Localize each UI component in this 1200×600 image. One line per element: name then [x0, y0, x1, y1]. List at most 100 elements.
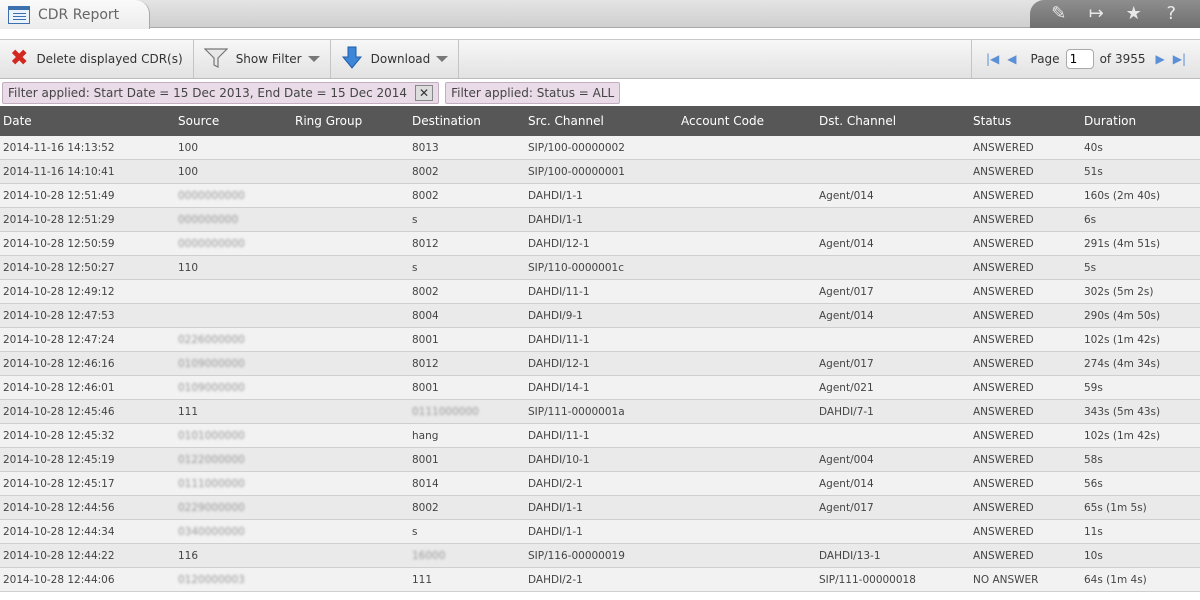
table-cell: 0340000000 — [178, 525, 245, 538]
table-cell: 6s — [1084, 213, 1097, 226]
table-cell: SIP/116-00000019 — [528, 549, 625, 562]
toolbar: ✖ Delete displayed CDR(s) Show Filter Do… — [0, 39, 1200, 79]
table-row[interactable]: 2014-10-28 12:46:16 0109000000 8012 DAHDI/1… — [0, 352, 1200, 376]
table-cell: 58s — [1084, 453, 1103, 466]
column-header[interactable]: Ring Group — [292, 114, 409, 128]
table-row[interactable]: 2014-10-28 12:50:59 0000000000 8012 DAHDI/1… — [0, 232, 1200, 256]
table-cell: 8001 — [412, 381, 439, 394]
table-cell: 8013 — [412, 141, 439, 154]
table-cell: 0122000000 — [178, 453, 245, 466]
table-cell: DAHDI/2-1 — [528, 573, 583, 586]
show-filter-button[interactable]: Show Filter — [194, 40, 331, 78]
table-row[interactable]: 2014-10-28 12:45:19 0122000000 8001 DAHDI/1… — [0, 448, 1200, 472]
table-cell: Agent/017 — [819, 357, 874, 370]
table-row[interactable]: 2014-11-16 14:10:41 100 8002 SIP/100-000000… — [0, 160, 1200, 184]
column-header[interactable]: Duration — [1081, 114, 1200, 128]
column-header[interactable]: Dst. Channel — [816, 114, 970, 128]
table-cell: 100 — [178, 165, 199, 178]
table-cell: ANSWERED — [973, 453, 1034, 466]
table-cell: ANSWERED — [973, 141, 1034, 154]
table-cell: 10s — [1084, 549, 1103, 562]
table-cell: Agent/014 — [819, 189, 874, 202]
table-cell: SIP/100-00000001 — [528, 165, 625, 178]
table-cell: 2014-10-28 12:47:53 — [3, 309, 115, 322]
table-row[interactable]: 2014-10-28 12:50:27 110 s SIP/110-0000001c A… — [0, 256, 1200, 280]
table-cell: ANSWERED — [973, 213, 1034, 226]
table-row[interactable]: 2014-10-28 12:44:56 0229000000 8002 DAHDI/1… — [0, 496, 1200, 520]
filter-chip-label: Filter applied: Status = ALL — [451, 86, 615, 100]
table-row[interactable]: 2014-10-28 12:44:06 0120000003 111 DAHDI/2-… — [0, 568, 1200, 592]
edit-icon[interactable]: ✎ — [1048, 5, 1070, 23]
table-row[interactable]: 2014-10-28 12:44:22 116 16000 SIP/116-00000… — [0, 544, 1200, 568]
table-cell: 116 — [178, 549, 199, 562]
table-cell: 56s — [1084, 477, 1103, 490]
table-cell: DAHDI/9-1 — [528, 309, 583, 322]
tab-cdr-report[interactable]: CDR Report — [0, 0, 150, 29]
table-row[interactable]: 2014-11-16 14:13:52 100 8013 SIP/100-000000… — [0, 136, 1200, 160]
table-cell: 16000 — [412, 549, 446, 562]
table-row[interactable]: 2014-10-28 12:44:34 0340000000 s DAHDI/1-1 A… — [0, 520, 1200, 544]
table-cell: 2014-10-28 12:49:12 — [3, 285, 115, 298]
table-cell: s — [412, 261, 418, 274]
download-icon — [341, 46, 363, 73]
table-cell: 65s (1m 5s) — [1084, 501, 1147, 514]
next-page-icon[interactable]: ▶ — [1155, 52, 1164, 66]
table-row[interactable]: 2014-10-28 12:51:29 000000000 s DAHDI/1-1 AN… — [0, 208, 1200, 232]
table-cell: 2014-10-28 12:44:34 — [3, 525, 115, 538]
first-page-icon[interactable]: |◀ — [986, 52, 999, 66]
table-cell: 2014-10-28 12:47:24 — [3, 333, 115, 346]
table-cell: Agent/017 — [819, 285, 874, 298]
prev-page-icon[interactable]: ◀ — [1007, 52, 1016, 66]
table-row[interactable]: 2014-10-28 12:49:12 8002 DAHDI/11-1 Agent/0… — [0, 280, 1200, 304]
table-cell: 102s (1m 42s) — [1084, 429, 1161, 442]
table-row[interactable]: 2014-10-28 12:51:49 0000000000 8002 DAHDI/1… — [0, 184, 1200, 208]
table-cell: ANSWERED — [973, 165, 1034, 178]
column-header[interactable]: Status — [970, 114, 1081, 128]
table-cell: DAHDI/1-1 — [528, 501, 583, 514]
table-cell: 274s (4m 34s) — [1084, 357, 1161, 370]
table-cell: 0109000000 — [178, 381, 245, 394]
logout-icon[interactable]: ↦ — [1085, 5, 1107, 23]
help-icon[interactable]: ? — [1160, 5, 1182, 23]
star-icon[interactable]: ★ — [1123, 5, 1145, 23]
download-label: Download — [370, 52, 431, 66]
table-row[interactable]: 2014-10-28 12:47:53 8004 DAHDI/9-1 Agent/01… — [0, 304, 1200, 328]
table-cell: 2014-10-28 12:50:27 — [3, 261, 115, 274]
table-row[interactable]: 2014-10-28 12:47:24 0226000000 8001 DAHDI/1… — [0, 328, 1200, 352]
table-cell: Agent/017 — [819, 501, 874, 514]
table-cell: 111 — [412, 573, 433, 586]
column-header[interactable]: Destination — [409, 114, 525, 128]
table-row[interactable]: 2014-10-28 12:46:01 0109000000 8001 DAHDI/1… — [0, 376, 1200, 400]
table-cell: 2014-10-28 12:51:49 — [3, 189, 115, 202]
column-header[interactable]: Account Code — [678, 114, 816, 128]
column-header[interactable]: Source — [175, 114, 292, 128]
table-cell: SIP/110-0000001c — [528, 261, 624, 274]
pagination: |◀ ◀ Page of 3955 ▶ ▶| — [970, 40, 1200, 78]
table-cell: 102s (1m 42s) — [1084, 333, 1161, 346]
table-cell: 2014-10-28 12:44:22 — [3, 549, 115, 562]
download-button[interactable]: Download — [331, 40, 460, 78]
table-cell: 2014-11-16 14:13:52 — [3, 141, 115, 154]
table-cell: 0120000003 — [178, 573, 245, 586]
table-cell: ANSWERED — [973, 429, 1034, 442]
table-cell: 11s — [1084, 525, 1103, 538]
table-cell: DAHDI/1-1 — [528, 213, 583, 226]
last-page-icon[interactable]: ▶| — [1173, 52, 1186, 66]
column-header[interactable]: Src. Channel — [525, 114, 678, 128]
table-row[interactable]: 2014-10-28 12:45:17 0111000000 8014 DAHDI/2… — [0, 472, 1200, 496]
table-cell: 5s — [1084, 261, 1097, 274]
page-number-input[interactable] — [1065, 49, 1094, 69]
table-row[interactable]: 2014-10-28 12:45:32 0101000000 hang DAHDI/1… — [0, 424, 1200, 448]
table-row[interactable]: 2014-10-28 12:45:46 111 0111000000 SIP/111-… — [0, 400, 1200, 424]
table-cell: hang — [412, 429, 439, 442]
delete-cdrs-button[interactable]: ✖ Delete displayed CDR(s) — [0, 40, 194, 78]
table-cell: 110 — [178, 261, 199, 274]
close-icon[interactable]: ✕ — [415, 85, 434, 101]
table-cell: DAHDI/7-1 — [819, 405, 874, 418]
column-header[interactable]: Date — [0, 114, 175, 128]
table-cell: ANSWERED — [973, 477, 1034, 490]
table-cell: ANSWERED — [973, 405, 1034, 418]
table-cell: 2014-10-28 12:50:59 — [3, 237, 115, 250]
table-cell: 8001 — [412, 333, 439, 346]
table-cell: 8012 — [412, 357, 439, 370]
